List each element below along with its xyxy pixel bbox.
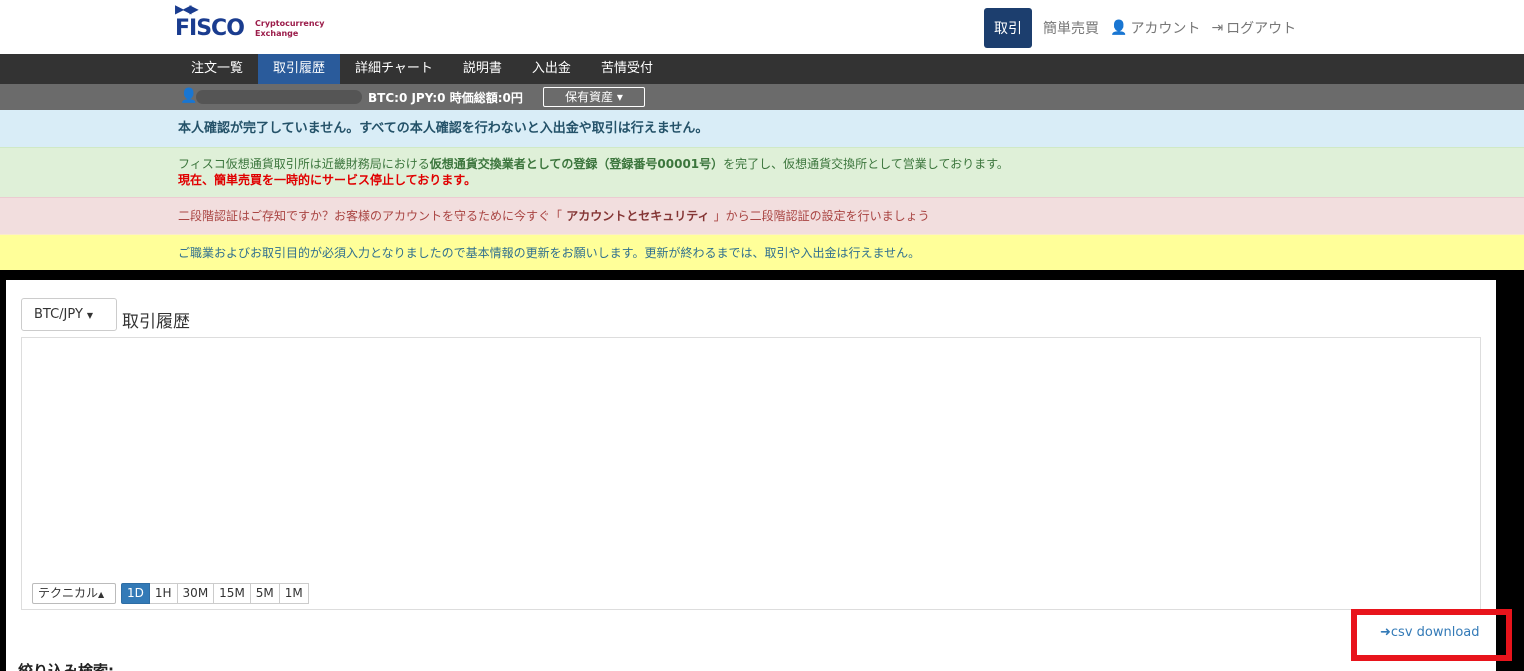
- redacted-username: [196, 90, 362, 104]
- timeframe-1d-button[interactable]: 1D: [121, 583, 150, 604]
- balance-summary: BTC:0 JPY:0 時価総額:0円: [368, 91, 523, 105]
- menu-item-complaints[interactable]: 苦情受付: [586, 54, 668, 84]
- menu-item-orders[interactable]: 注文一覧: [176, 54, 258, 84]
- user-icon: 👤: [180, 88, 198, 104]
- technical-dropdown[interactable]: テクニカル▲: [32, 583, 116, 604]
- caret-down-icon: ▼: [86, 311, 94, 320]
- currency-pair-dropdown[interactable]: BTC/JPY ▼: [21, 298, 117, 331]
- timeframe-selector: 1D 1H 30M 15M 5M 1M: [121, 583, 309, 604]
- filter-search-label: 絞り込み検索:: [18, 662, 114, 671]
- csv-download-link[interactable]: ➜csv download: [1380, 625, 1480, 640]
- nav-logout-link[interactable]: ⇥ ログアウト: [1211, 18, 1296, 38]
- caret-up-icon: ▲: [98, 590, 105, 599]
- nav-logout-label: ログアウト: [1226, 21, 1297, 37]
- timeframe-1m-button[interactable]: 1M: [279, 583, 309, 604]
- timeframe-1h-button[interactable]: 1H: [149, 583, 178, 604]
- logo-arrows-icon: ▶◀▶: [175, 2, 199, 16]
- technical-label: テクニカル: [38, 586, 99, 600]
- arrow-right-icon: ➜: [1380, 625, 1391, 640]
- user-icon: 👤: [1110, 20, 1128, 36]
- two-factor-alert: 二段階認証はご存知ですか？お客様のアカウントを守るために今すぐ「 アカウントとセ…: [0, 197, 1524, 234]
- menu-item-deposit-withdraw[interactable]: 入出金: [517, 54, 586, 84]
- timeframe-5m-button[interactable]: 5M: [250, 583, 280, 604]
- holdings-dropdown-button[interactable]: 保有資産 ▾: [543, 87, 645, 107]
- identity-verification-alert: 本人確認が完了していません。すべての本人確認を行わないと入出金や取引は行えません…: [0, 110, 1524, 147]
- registration-notice-alert: フィスコ仮想通貨取引所は近畿財務局における仮想通貨交換業者としての登録（登録番号…: [0, 147, 1524, 197]
- chart-area[interactable]: [21, 337, 1481, 610]
- nav-simple-trade-link[interactable]: 簡単売買: [1043, 18, 1099, 38]
- nav-account-link[interactable]: 👤 アカウント: [1110, 18, 1200, 38]
- panel-title: 取引履歴: [122, 312, 190, 332]
- logo-subtitle: Cryptocurrency Exchange: [255, 19, 325, 38]
- nav-trade-button[interactable]: 取引: [984, 8, 1032, 48]
- timeframe-15m-button[interactable]: 15M: [214, 583, 251, 604]
- currency-pair-label: BTC/JPY: [34, 307, 83, 322]
- menu-item-detail-chart[interactable]: 詳細チャート: [340, 54, 448, 84]
- menu-item-manual[interactable]: 説明書: [448, 54, 517, 84]
- logo-wordmark: FISCO: [175, 16, 245, 41]
- csv-download-label: csv download: [1390, 625, 1480, 640]
- nav-account-label: アカウント: [1130, 21, 1201, 37]
- logout-icon: ⇥: [1211, 20, 1224, 36]
- service-suspended-notice: 現在、簡単売買を一時的にサービス停止しております。: [178, 173, 477, 187]
- header-nav: 取引 簡単売買 👤 アカウント ⇥ ログアウト: [984, 8, 1296, 48]
- top-header: ▶◀▶ FISCO Cryptocurrency Exchange 取引 簡単売買…: [0, 0, 1524, 54]
- account-status-bar: 👤 BTC:0 JPY:0 時価総額:0円 保有資産 ▾: [0, 84, 1524, 110]
- profile-update-alert: ご職業およびお取引目的が必須入力となりましたので基本情報の更新をお願いします。更…: [0, 234, 1524, 270]
- timeframe-30m-button[interactable]: 30M: [177, 583, 215, 604]
- fisco-logo[interactable]: ▶◀▶ FISCO Cryptocurrency Exchange: [175, 2, 335, 42]
- account-security-link[interactable]: アカウントとセキュリティ: [562, 209, 714, 223]
- menu-item-trade-history[interactable]: 取引履歴: [258, 54, 341, 84]
- main-menu: 注文一覧 取引履歴 詳細チャート 説明書 入出金 苦情受付: [0, 54, 1524, 84]
